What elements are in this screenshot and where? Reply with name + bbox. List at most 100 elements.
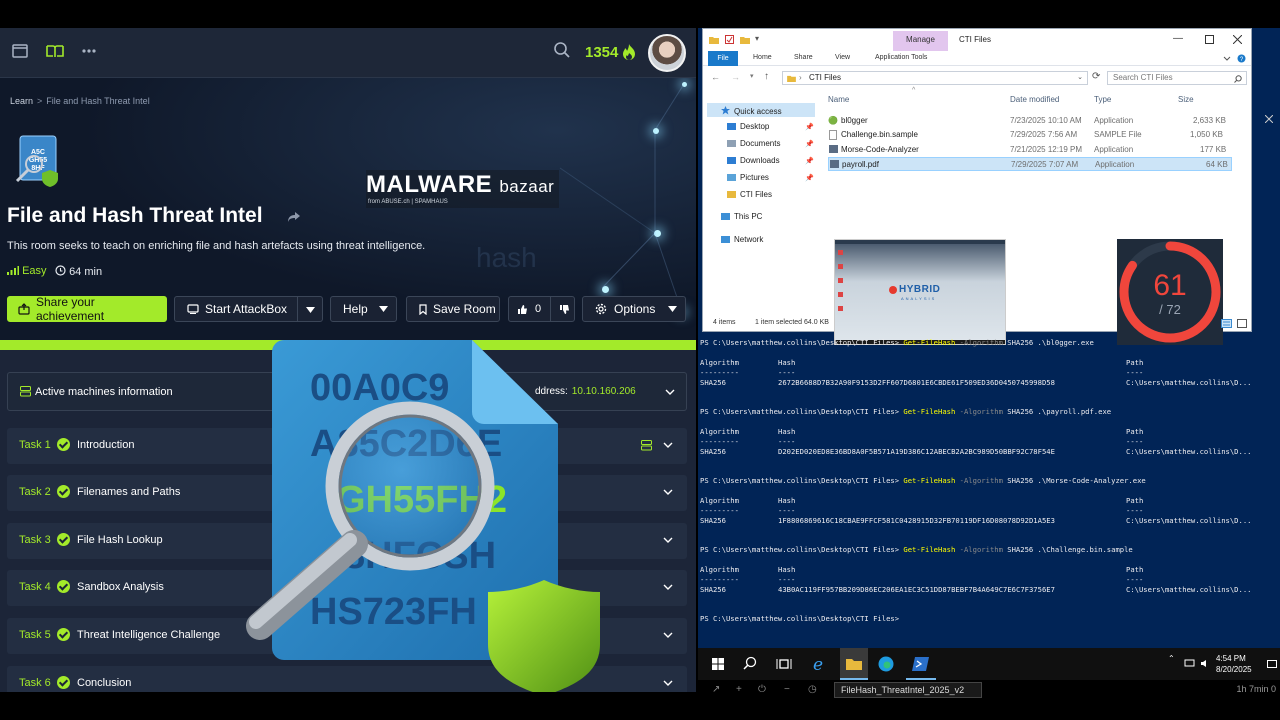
ribbon-view-tab[interactable]: View xyxy=(835,54,850,61)
clock-icon[interactable]: ◷ xyxy=(808,684,817,695)
refresh-icon[interactable]: ⟳ xyxy=(1092,71,1100,82)
search-icon[interactable] xyxy=(553,41,571,59)
up-arrow-icon[interactable]: ↑ xyxy=(764,71,769,82)
address-bar[interactable]: › CTI Files ⌄ xyxy=(782,71,1088,85)
ps-current-prompt[interactable]: PS C:\Users\matthew.collins\Desktop\CTI … xyxy=(700,614,899,623)
close-icon[interactable] xyxy=(1233,35,1242,44)
help-icon[interactable]: ? xyxy=(1237,54,1246,63)
add-icon[interactable]: + xyxy=(736,684,742,695)
save-room-button[interactable]: Save Room xyxy=(406,296,500,322)
avatar[interactable] xyxy=(648,34,686,72)
pin-icon[interactable]: 📌 xyxy=(805,140,814,148)
tray-chevron-icon[interactable]: ⌃ xyxy=(1168,654,1175,663)
power-icon[interactable]: ⏻ xyxy=(758,684,766,695)
search-icon[interactable] xyxy=(740,654,760,674)
thumbs-down-icon[interactable] xyxy=(559,304,570,315)
pin-icon[interactable]: 📌 xyxy=(805,157,814,165)
properties-icon[interactable] xyxy=(725,35,734,44)
edge-icon[interactable] xyxy=(876,654,896,674)
minus-icon[interactable]: − xyxy=(784,684,790,695)
powershell-taskbar-button[interactable] xyxy=(906,648,936,680)
pin-icon[interactable]: 📌 xyxy=(805,174,814,182)
column-size[interactable]: Size xyxy=(1178,95,1194,104)
quick-access-toolbar-dropdown[interactable]: ▾ xyxy=(755,34,759,43)
ribbon-application-tools-tab[interactable]: Application Tools xyxy=(875,54,927,61)
chevron-down-icon[interactable] xyxy=(306,307,315,313)
minimize-icon[interactable]: — xyxy=(1173,33,1183,44)
details-view-icon[interactable] xyxy=(1221,319,1232,328)
forward-arrow-icon[interactable]: → xyxy=(731,72,740,82)
thumbs-up-icon[interactable] xyxy=(517,304,528,315)
task-view-icon[interactable] xyxy=(774,654,794,674)
ps-prompt: PS C:\Users\matthew.collins\Desktop\CTI … xyxy=(700,338,900,347)
help-button[interactable]: Help xyxy=(330,296,397,322)
ps-parameter: -Algorithm xyxy=(959,545,1003,554)
nav-this-pc[interactable]: This PC xyxy=(721,212,762,221)
nav-pictures[interactable]: Pictures xyxy=(727,173,769,182)
chevron-down-icon[interactable]: ⌄ xyxy=(1077,73,1083,81)
nav-documents[interactable]: Documents xyxy=(727,139,780,148)
manage-tab[interactable]: Manage xyxy=(893,31,948,51)
ps-header-hash: Hash xyxy=(778,496,796,505)
ribbon-share-tab[interactable]: Share xyxy=(794,54,813,61)
windows-start-icon[interactable] xyxy=(708,654,728,674)
close-icon[interactable] xyxy=(1265,115,1273,123)
internet-explorer-icon[interactable]: e xyxy=(808,654,828,674)
window-icon[interactable] xyxy=(12,44,28,58)
drag-handle-icon[interactable]: ↗ xyxy=(712,684,720,695)
column-date-modified[interactable]: Date modified xyxy=(1010,95,1059,104)
task-row[interactable]: Task 6 Conclusion xyxy=(7,666,687,692)
options-button[interactable]: Options xyxy=(582,296,686,322)
task-complete-check-icon xyxy=(57,628,70,641)
back-arrow-icon[interactable]: ← xyxy=(711,72,720,82)
file-row[interactable]: Challenge.bin.sample 7/29/2025 7:56 AM S… xyxy=(828,128,1232,142)
ribbon-file-tab[interactable]: File xyxy=(708,51,738,66)
active-machines-panel[interactable]: Active machines information ddress: 10.10… xyxy=(7,372,687,411)
breadcrumb-learn[interactable]: Learn xyxy=(10,96,33,106)
volume-icon[interactable] xyxy=(1200,659,1211,668)
file-row-selected[interactable]: payroll.pdf 7/29/2025 7:07 AM Applicatio… xyxy=(828,157,1232,171)
thumb-desktop-icons xyxy=(838,250,843,320)
task-row[interactable]: Task 2 Filenames and Paths xyxy=(7,475,687,511)
file-size: 1,050 KB xyxy=(1190,130,1223,139)
nav-cti-files[interactable]: CTI Files xyxy=(727,190,772,199)
notifications-icon[interactable] xyxy=(1267,660,1277,669)
book-icon[interactable] xyxy=(46,44,64,58)
file-row[interactable]: 🟢 bl0gger 7/23/2025 10:10 AM Application… xyxy=(828,114,1232,128)
more-icon[interactable] xyxy=(82,49,96,53)
search-input[interactable]: Search CTI Files xyxy=(1107,71,1247,85)
nav-network[interactable]: Network xyxy=(721,235,763,244)
share-achievement-button[interactable]: Share your achievement xyxy=(7,295,167,323)
new-folder-icon[interactable] xyxy=(740,36,750,44)
server-icon xyxy=(20,386,31,397)
task-row[interactable]: Task 1 Introduction xyxy=(7,428,687,464)
nav-downloads[interactable]: Downloads xyxy=(727,156,780,165)
pin-icon[interactable]: 📌 xyxy=(805,123,814,131)
powershell-console[interactable]: PS C:\Users\matthew.collins\Desktop\CTI … xyxy=(700,334,1280,624)
ps-header-rule: ---- xyxy=(1126,437,1144,446)
chevron-down-icon[interactable] xyxy=(1223,56,1231,61)
nav-quick-access[interactable]: Quick access xyxy=(721,106,782,116)
chevron-down-icon[interactable] xyxy=(665,389,675,395)
chevron-down-icon xyxy=(663,489,673,495)
start-attackbox-button[interactable]: Start AttackBox xyxy=(174,296,323,322)
file-row[interactable]: Morse-Code-Analyzer 7/21/2025 12:19 PM A… xyxy=(828,143,1232,157)
recording-tab[interactable]: FileHash_ThreatIntel_2025_v2 xyxy=(834,682,982,698)
ps-hash-value: 1F8806869616C18CBAE9FFCF581C0428915D32FB… xyxy=(778,516,1055,525)
task-row[interactable]: Task 3 File Hash Lookup xyxy=(7,523,687,559)
path-chevron-icon: › xyxy=(799,73,802,82)
nav-desktop[interactable]: Desktop xyxy=(727,122,769,131)
task-row[interactable]: Task 5 Threat Intelligence Challenge xyxy=(7,618,687,654)
ps-header-rule: --------- xyxy=(700,368,739,377)
share-arrow-icon[interactable] xyxy=(287,211,301,223)
explorer-titlebar: ▾ Manage CTI Files — xyxy=(703,29,1251,51)
column-name[interactable]: Name xyxy=(828,95,849,104)
tiles-view-icon[interactable] xyxy=(1237,319,1247,328)
maximize-icon[interactable] xyxy=(1205,35,1214,44)
network-tray-icon[interactable] xyxy=(1184,659,1195,668)
ribbon-home-tab[interactable]: Home xyxy=(753,54,772,61)
task-row[interactable]: Task 4 Sandbox Analysis xyxy=(7,570,687,606)
recent-dropdown-icon[interactable]: ▾ xyxy=(750,72,754,80)
column-type[interactable]: Type xyxy=(1094,95,1111,104)
explorer-taskbar-button[interactable] xyxy=(840,648,868,680)
